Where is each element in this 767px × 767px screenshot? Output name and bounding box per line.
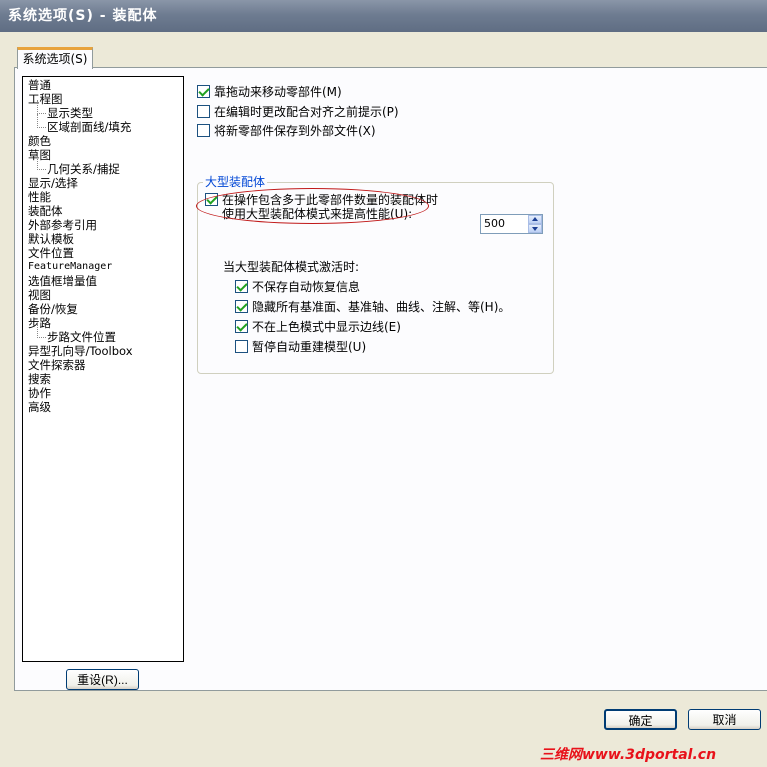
- tree-item[interactable]: 普通: [23, 78, 183, 92]
- tree-item[interactable]: 默认模板: [23, 232, 183, 246]
- active-option-4-checkbox[interactable]: [235, 340, 248, 353]
- active-option-1-checkbox[interactable]: [235, 280, 248, 293]
- tree-item[interactable]: 装配体: [23, 204, 183, 218]
- tree-item[interactable]: 草图: [23, 148, 183, 162]
- tree-item[interactable]: 工程图: [23, 92, 183, 106]
- tree-item[interactable]: 步路文件位置: [23, 324, 183, 344]
- large-assembly-group-label: 大型装配体: [203, 175, 268, 189]
- options-tree[interactable]: 普通 工程图 显示类型 区域剖面线/填充 颜色 草图 几何关系/捕捉 显示/选择 性能 装配体 外部…: [22, 76, 184, 662]
- tree-item[interactable]: 显示类型: [23, 100, 183, 120]
- tree-item[interactable]: 视图: [23, 288, 183, 302]
- tree-item[interactable]: 搜索: [23, 372, 183, 386]
- active-option-1[interactable]: 不保存自动恢复信息: [235, 279, 360, 295]
- spin-up-icon[interactable]: [528, 215, 542, 224]
- tab-system-options[interactable]: 系统选项(S): [17, 47, 93, 69]
- active-option-2-label: 隐藏所有基准面、基准轴、曲线、注解、等(H)。: [252, 300, 511, 314]
- cancel-button[interactable]: 取消: [688, 709, 761, 730]
- tree-item[interactable]: 几何关系/捕捉: [23, 156, 183, 176]
- tree-item[interactable]: 协作: [23, 386, 183, 400]
- reset-button[interactable]: 重设(R)...: [66, 669, 139, 690]
- save-external-option[interactable]: 将新零部件保存到外部文件(X): [197, 123, 376, 139]
- threshold-value[interactable]: 500: [484, 217, 505, 230]
- tree-item[interactable]: 异型孔向导/Toolbox: [23, 344, 183, 358]
- active-option-3-checkbox[interactable]: [235, 320, 248, 333]
- tree-item[interactable]: 颜色: [23, 134, 183, 148]
- active-option-4[interactable]: 暂停自动重建模型(U): [235, 339, 366, 355]
- prompt-mate-option[interactable]: 在编辑时更改配合对齐之前提示(P): [197, 104, 399, 120]
- tree-item[interactable]: 文件位置: [23, 246, 183, 260]
- tree-item[interactable]: 外部参考引用: [23, 218, 183, 232]
- drag-move-option[interactable]: 靠拖动来移动零部件(M): [197, 84, 342, 100]
- active-option-3[interactable]: 不在上色模式中显示边线(E): [235, 319, 401, 335]
- active-option-2[interactable]: 隐藏所有基准面、基准轴、曲线、注解、等(H)。: [235, 299, 510, 315]
- tree-item[interactable]: 高级: [23, 400, 183, 414]
- active-option-1-label: 不保存自动恢复信息: [252, 280, 361, 294]
- save-external-checkbox[interactable]: [197, 124, 210, 137]
- when-active-label: 当大型装配体模式激活时:: [223, 260, 360, 274]
- spin-down-icon[interactable]: [528, 224, 542, 233]
- tree-item[interactable]: 显示/选择: [23, 176, 183, 190]
- active-option-3-label: 不在上色模式中显示边线(E): [252, 320, 401, 334]
- active-option-4-label: 暂停自动重建模型(U): [252, 340, 367, 354]
- tree-item[interactable]: 选值框增量值: [23, 274, 183, 288]
- tree-item[interactable]: 区域剖面线/填充: [23, 114, 183, 134]
- tree-item[interactable]: 文件探索器: [23, 358, 183, 372]
- prompt-mate-checkbox[interactable]: [197, 105, 210, 118]
- tree-item[interactable]: FeatureManager: [23, 260, 183, 274]
- prompt-mate-label: 在编辑时更改配合对齐之前提示(P): [214, 105, 399, 119]
- highlight-ellipse: [196, 188, 429, 224]
- tree-item[interactable]: 性能: [23, 190, 183, 204]
- save-external-label: 将新零部件保存到外部文件(X): [214, 124, 376, 138]
- tree-item[interactable]: 备份/恢复: [23, 302, 183, 316]
- threshold-spinbox[interactable]: 500: [480, 214, 543, 234]
- watermark: 三维网www.3dportal.cn: [540, 747, 717, 763]
- ok-button[interactable]: 确定: [604, 709, 677, 730]
- tree-item[interactable]: 步路: [23, 316, 183, 330]
- drag-move-checkbox[interactable]: [197, 85, 210, 98]
- active-option-2-checkbox[interactable]: [235, 300, 248, 313]
- drag-move-label: 靠拖动来移动零部件(M): [214, 85, 342, 99]
- window-title: 系统选项(S) - 装配体: [0, 0, 767, 32]
